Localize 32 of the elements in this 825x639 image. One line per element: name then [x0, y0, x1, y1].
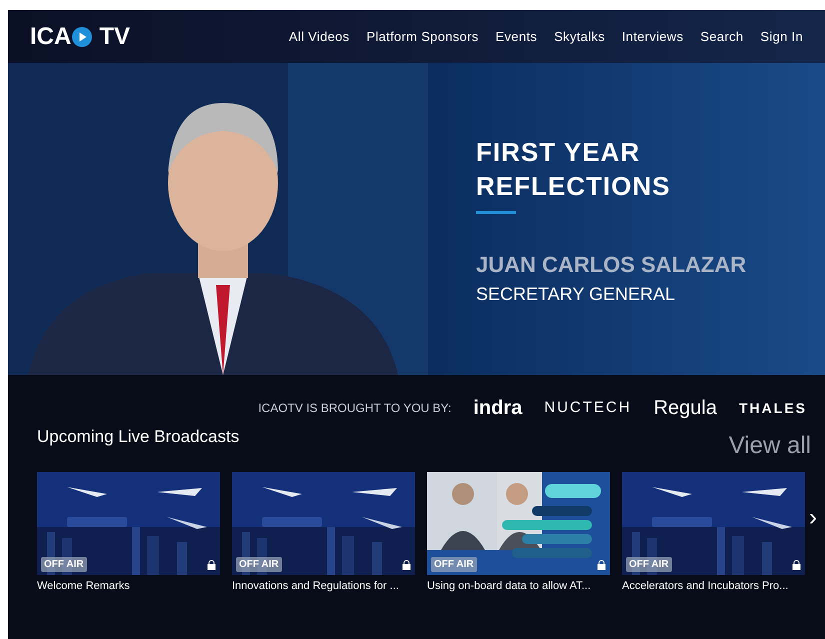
- sponsor-logo[interactable]: THALES: [739, 398, 807, 419]
- hero-name: JUAN CARLOS SALAZAR: [476, 251, 748, 279]
- logo[interactable]: ICA TV: [30, 24, 130, 48]
- sponsor-logo[interactable]: indra: [473, 398, 522, 418]
- nav-link[interactable]: Search: [700, 26, 744, 46]
- nav-link[interactable]: Sign In: [760, 26, 803, 46]
- accent-rule: [476, 211, 516, 214]
- status-badge: OFF AIR: [431, 556, 477, 572]
- next-arrow[interactable]: ›: [809, 506, 817, 530]
- section-title: Upcoming Live Broadcasts: [37, 426, 240, 448]
- sponsors-label: ICAOTV IS BROUGHT TO YOU BY:: [258, 400, 452, 418]
- view-all-link[interactable]: View all: [728, 428, 811, 464]
- video-thumbnail[interactable]: OFF AIR: [622, 472, 805, 574]
- nav-link[interactable]: Interviews: [622, 26, 684, 46]
- video-thumbnail[interactable]: OFF AIR: [232, 472, 415, 574]
- play-icon: [72, 26, 92, 46]
- hero-role: SECRETARY GENERAL: [476, 283, 676, 306]
- sponsor-logo[interactable]: NUCTECH: [544, 397, 632, 420]
- hero-title: FIRST YEAR REFLECTIONS: [476, 136, 672, 203]
- video-title[interactable]: Accelerators and Incubators Pro...: [622, 578, 805, 594]
- video-thumbnail[interactable]: OFF AIR: [37, 472, 220, 574]
- status-badge: OFF AIR: [626, 556, 672, 572]
- nav-link[interactable]: Events: [496, 26, 538, 46]
- nav-link[interactable]: All Videos: [288, 26, 350, 46]
- status-badge: OFF AIR: [41, 556, 87, 572]
- status-badge: OFF AIR: [236, 556, 282, 572]
- nav-link[interactable]: Platform Sponsors: [366, 26, 479, 46]
- video-title[interactable]: Innovations and Regulations for ...: [232, 578, 415, 594]
- sponsor-logo[interactable]: Regula: [654, 398, 717, 418]
- nav-link[interactable]: Skytalks: [554, 26, 605, 46]
- video-title[interactable]: Welcome Remarks: [37, 578, 220, 594]
- video-title[interactable]: Using on-board data to allow AT...: [427, 578, 610, 594]
